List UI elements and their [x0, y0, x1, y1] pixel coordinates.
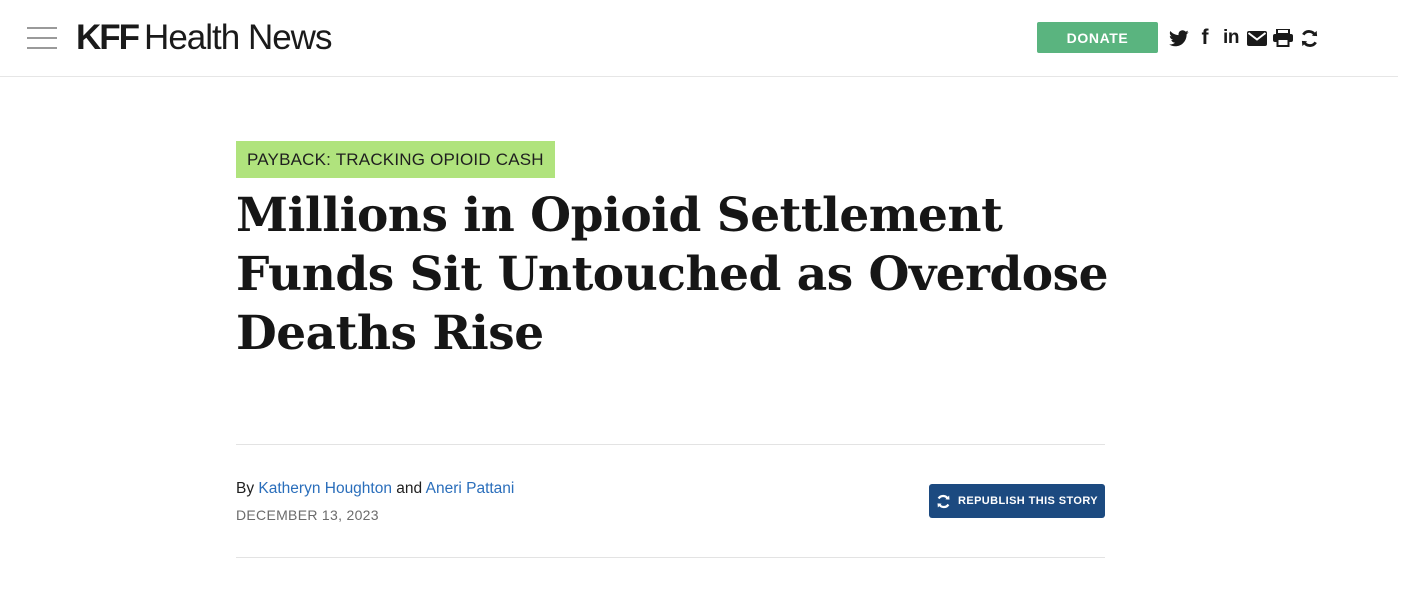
byline-prefix: By	[236, 480, 255, 497]
divider-bottom	[236, 557, 1105, 558]
site-header: KFF Health News DONATE f in	[0, 0, 1398, 77]
byline: By Katheryn Houghton and Aneri Pattani	[236, 479, 514, 499]
divider-top	[236, 444, 1105, 445]
republish-button[interactable]: REPUBLISH THIS STORY	[929, 484, 1105, 518]
twitter-icon[interactable]	[1166, 25, 1192, 51]
publish-date: DECEMBER 13, 2023	[236, 507, 379, 523]
linkedin-icon[interactable]: in	[1218, 25, 1244, 51]
site-logo[interactable]: KFF Health News	[76, 16, 332, 60]
logo-name: Health News	[144, 18, 332, 57]
logo-brand: KFF	[76, 18, 140, 57]
republish-icon[interactable]	[1296, 25, 1322, 51]
share-toolbar: f in	[1166, 24, 1322, 52]
author-link-1[interactable]: Katheryn Houghton	[258, 480, 392, 497]
republish-icon	[936, 494, 951, 509]
article-headline: Millions in Opioid Settlement Funds Sit …	[236, 188, 1109, 361]
category-tag[interactable]: PAYBACK: TRACKING OPIOID CASH	[236, 141, 555, 178]
menu-icon[interactable]	[27, 27, 57, 49]
author-link-2[interactable]: Aneri Pattani	[426, 480, 515, 497]
email-icon[interactable]	[1244, 25, 1270, 51]
print-icon[interactable]	[1270, 25, 1296, 51]
republish-label: REPUBLISH THIS STORY	[957, 495, 1099, 507]
byline-join: and	[396, 480, 423, 497]
donate-button[interactable]: DONATE	[1037, 22, 1158, 53]
facebook-icon[interactable]: f	[1192, 25, 1218, 51]
